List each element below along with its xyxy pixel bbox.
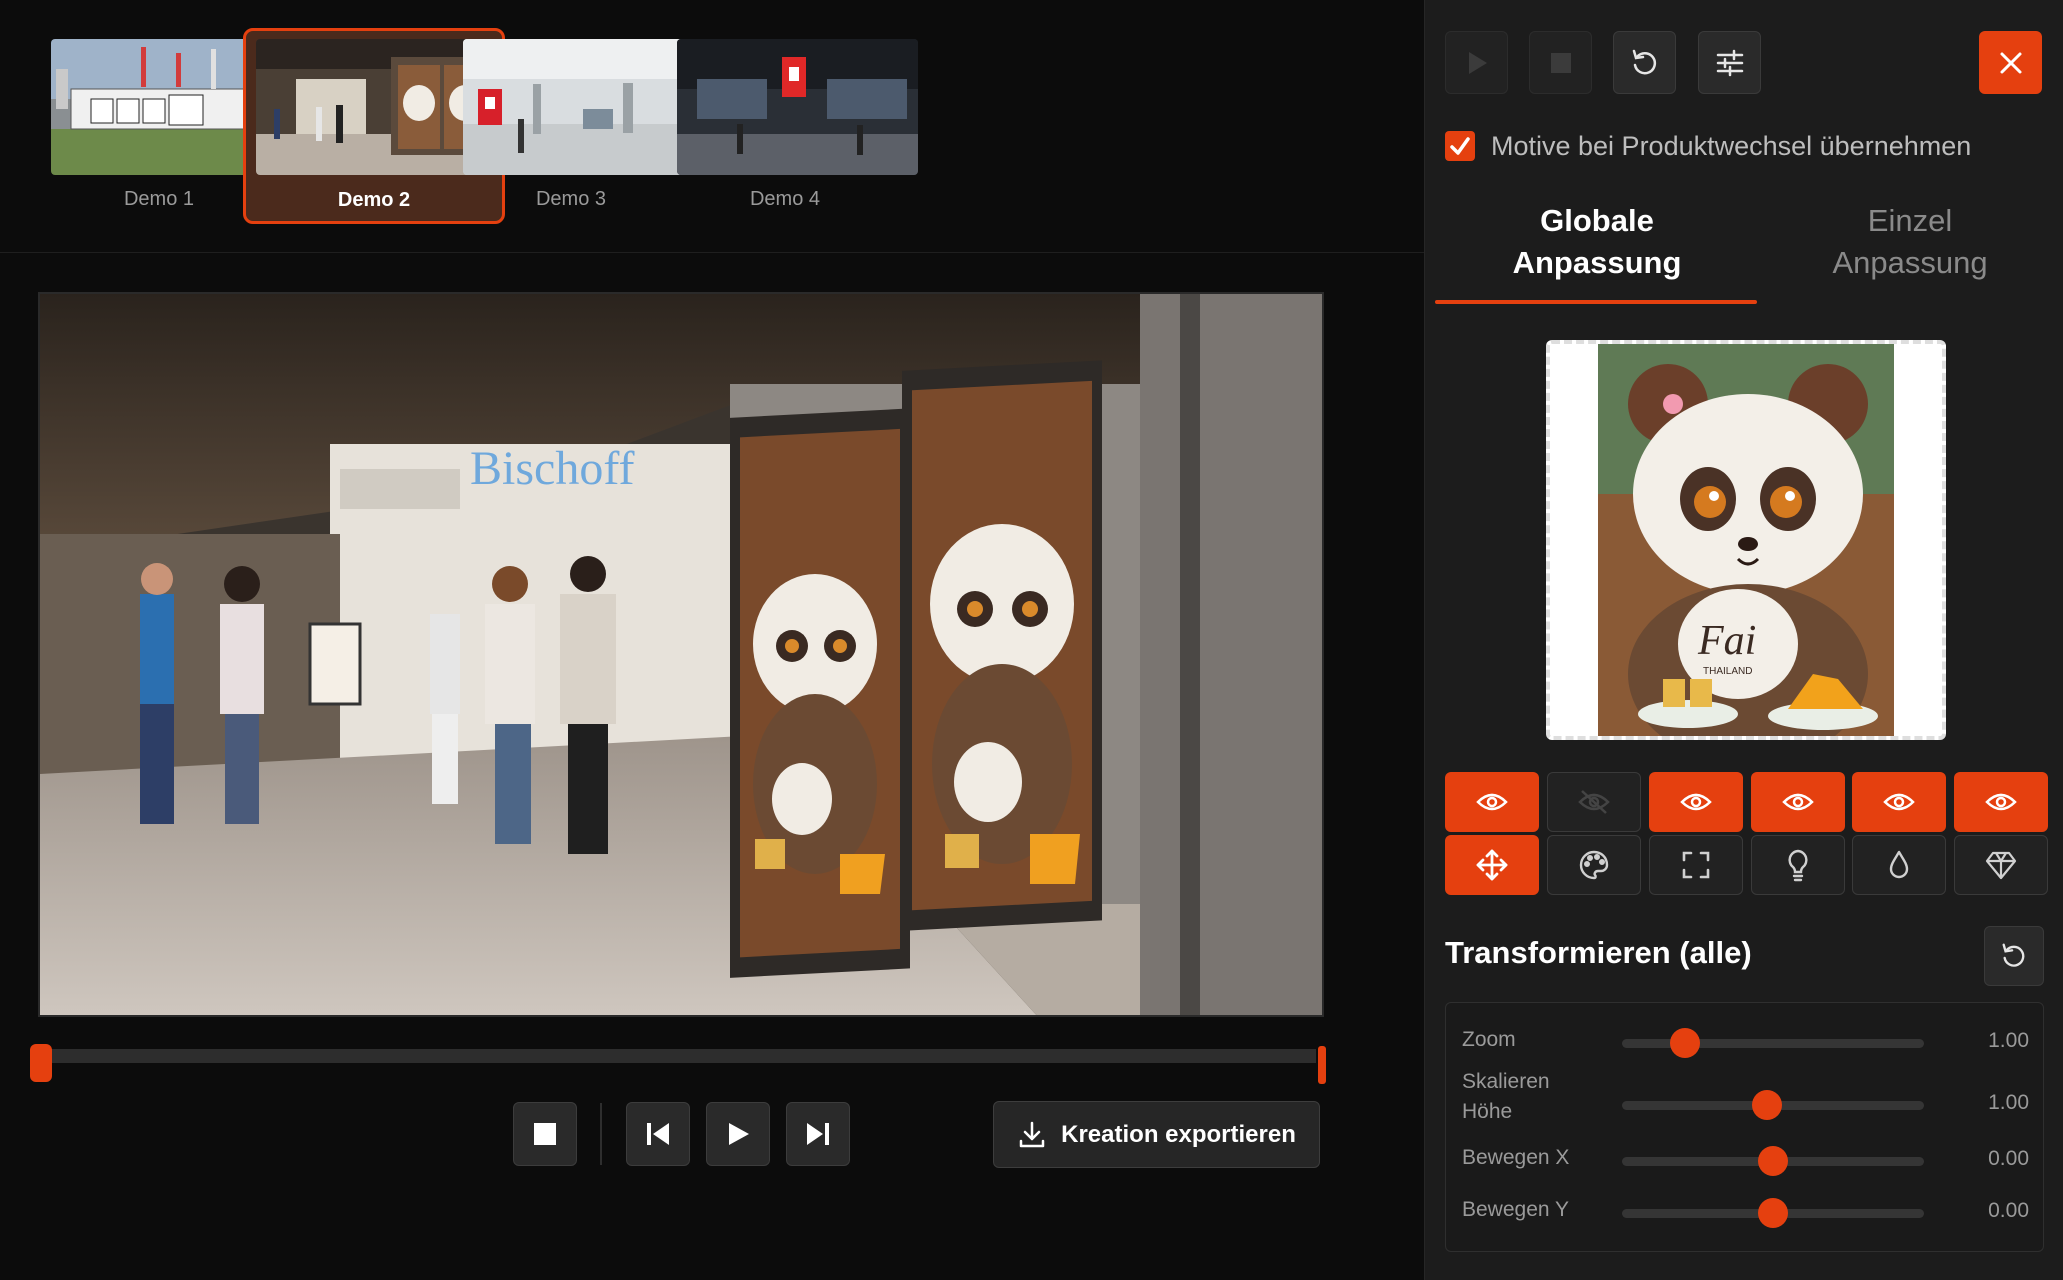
tab-label-line: Globale — [1540, 203, 1654, 238]
slider-label: Bewegen X — [1462, 1146, 1570, 1169]
stop-button[interactable] — [513, 1102, 577, 1166]
stop-icon — [1550, 52, 1571, 73]
eye-icon — [1680, 793, 1712, 811]
slider-knob[interactable] — [1670, 1028, 1701, 1058]
preview-area: Demo 1 Demo 2 Demo 3 Demo 4 Bischoff Kre… — [0, 0, 1424, 1280]
skip-back-icon — [647, 1123, 669, 1145]
play-icon — [1468, 51, 1487, 74]
tool-move-button[interactable] — [1445, 835, 1539, 895]
scene-thumb-image — [677, 39, 918, 175]
eye-icon — [1782, 793, 1814, 811]
panel-settings-button[interactable] — [1698, 31, 1761, 94]
scene-preview-image: Bischoff — [38, 292, 1324, 1017]
eye-icon — [1883, 793, 1915, 811]
scene-thumbnail-strip: Demo 1 Demo 2 Demo 3 Demo 4 — [0, 0, 1424, 253]
eye-icon — [1476, 793, 1508, 811]
tool-quality-button[interactable] — [1954, 835, 2048, 895]
motif-preview[interactable]: Fai THAILAND — [1546, 340, 1946, 740]
scene-thumb-label: Demo 4 — [749, 188, 821, 210]
eye-icon — [1985, 793, 2017, 811]
slider-move-x: Bewegen X 0.00 — [1446, 1143, 2045, 1193]
slider-track[interactable] — [1622, 1198, 1924, 1228]
motif-brand-sub: THAILAND — [1703, 666, 1752, 677]
close-panel-button[interactable] — [1979, 31, 2042, 94]
slider-value: 0.00 — [1988, 1147, 2029, 1170]
motif-3-visibility-toggle[interactable] — [1649, 772, 1743, 832]
transform-reset-button[interactable] — [1984, 926, 2044, 986]
transform-sliders: Zoom 1.00 Skalieren Höhe 1.00 Bewegen X — [1445, 1002, 2044, 1252]
slider-track[interactable] — [1622, 1146, 1924, 1176]
move-icon — [1476, 849, 1508, 881]
skip-back-button[interactable] — [626, 1102, 690, 1166]
slider-scale-height: Skalieren Höhe 1.00 — [1446, 1067, 2045, 1123]
slider-label: Bewegen Y — [1462, 1198, 1570, 1221]
palette-icon — [1579, 850, 1609, 880]
sliders-icon — [1716, 49, 1743, 76]
timeline-track[interactable] — [40, 1049, 1316, 1063]
skip-forward-button[interactable] — [786, 1102, 850, 1166]
download-icon — [1019, 1121, 1045, 1147]
timeline-end-handle[interactable] — [1318, 1046, 1326, 1084]
adjustment-panel: Motive bei Produktwechsel übernehmen Glo… — [1424, 0, 2063, 1280]
store-sign: Bischoff — [470, 442, 634, 495]
tab-single-adjustment[interactable]: Einzel Anpassung — [1750, 200, 2063, 284]
slider-value: 0.00 — [1988, 1199, 2029, 1222]
transform-section-title: Transformieren (alle) — [1445, 935, 1752, 970]
scene-thumb-demo-4[interactable]: Demo 4 — [654, 28, 918, 224]
slider-track[interactable] — [1622, 1028, 1924, 1058]
keep-motifs-checkbox[interactable] — [1445, 131, 1475, 161]
tool-fit-button[interactable] — [1649, 835, 1743, 895]
slider-label: Zoom — [1462, 1028, 1516, 1051]
play-button[interactable] — [706, 1102, 770, 1166]
panel-stop-button[interactable] — [1529, 31, 1592, 94]
timeline-start-handle[interactable] — [30, 1044, 52, 1082]
panel-play-button[interactable] — [1445, 31, 1508, 94]
motif-1-visibility-toggle[interactable] — [1445, 772, 1539, 832]
tab-label-line: Anpassung — [1832, 245, 1988, 280]
tab-label-line: Einzel — [1867, 203, 1953, 238]
check-icon — [1450, 137, 1470, 155]
slider-value: 1.00 — [1988, 1091, 2029, 1114]
panel-reset-button[interactable] — [1613, 31, 1676, 94]
slider-knob[interactable] — [1751, 1090, 1782, 1120]
slider-value: 1.00 — [1988, 1029, 2029, 1052]
skip-forward-icon — [807, 1123, 829, 1145]
slider-zoom: Zoom 1.00 — [1446, 1017, 2045, 1067]
bulb-icon — [1788, 849, 1808, 882]
slider-label: Skalieren Höhe — [1462, 1070, 1550, 1123]
slider-track[interactable] — [1622, 1090, 1924, 1120]
export-button-label: Kreation exportieren — [1061, 1120, 1296, 1148]
active-tab-indicator — [1435, 300, 1757, 304]
slider-knob[interactable] — [1758, 1198, 1788, 1228]
motif-brand: Fai — [1697, 618, 1756, 664]
tool-brightness-button[interactable] — [1751, 835, 1845, 895]
tool-opacity-button[interactable] — [1852, 835, 1946, 895]
keep-motifs-label: Motive bei Produktwechsel übernehmen — [1491, 130, 1972, 161]
tab-label-line: Anpassung — [1512, 245, 1682, 280]
motif-5-visibility-toggle[interactable] — [1852, 772, 1946, 832]
play-icon — [729, 1123, 749, 1145]
export-creation-button[interactable]: Kreation exportieren — [993, 1101, 1320, 1168]
reset-icon — [1632, 49, 1656, 74]
reset-icon — [2002, 943, 2025, 967]
tool-color-button[interactable] — [1547, 835, 1641, 895]
drop-icon — [1889, 850, 1909, 879]
motif-2-visibility-toggle[interactable] — [1547, 772, 1641, 832]
fullscreen-icon — [1682, 851, 1710, 879]
diamond-icon — [1985, 851, 2017, 880]
timeline-scrubber[interactable] — [30, 1044, 1326, 1084]
motif-image: Fai THAILAND — [1598, 344, 1894, 736]
close-icon — [2000, 52, 2021, 73]
stop-icon — [534, 1123, 556, 1145]
slider-move-y: Bewegen Y 0.00 — [1446, 1195, 2045, 1245]
motif-4-visibility-toggle[interactable] — [1751, 772, 1845, 832]
controls-divider — [600, 1103, 602, 1165]
tab-global-adjustment[interactable]: Globale Anpassung — [1437, 200, 1757, 284]
eye-off-icon — [1578, 790, 1610, 814]
keep-motifs-option[interactable]: Motive bei Produktwechsel übernehmen — [1445, 128, 1971, 164]
motif-6-visibility-toggle[interactable] — [1954, 772, 2048, 832]
slider-knob[interactable] — [1758, 1146, 1788, 1176]
